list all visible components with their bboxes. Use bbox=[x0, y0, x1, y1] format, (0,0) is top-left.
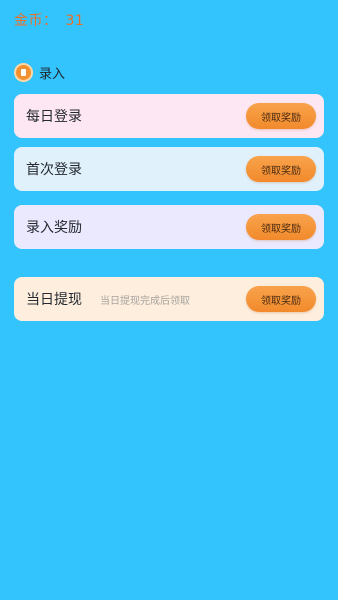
coin-label: 金币： bbox=[14, 13, 58, 29]
task-label: 首次登录 bbox=[26, 162, 82, 178]
section-title: 录入 bbox=[39, 67, 66, 82]
badge-icon bbox=[14, 63, 33, 82]
task-card-daily-withdraw: 当日提现 当日提现完成后领取 领取奖励 bbox=[14, 277, 324, 321]
claim-reward-button[interactable]: 领取奖励 bbox=[246, 214, 316, 240]
coin-value: 31 bbox=[65, 13, 85, 29]
task-card-entry-reward: 录入奖励 领取奖励 bbox=[14, 205, 324, 249]
coin-balance: 金币： 31 bbox=[14, 10, 84, 30]
task-label: 每日登录 bbox=[26, 109, 82, 125]
task-label: 录入奖励 bbox=[26, 220, 82, 236]
task-card-daily-login: 每日登录 领取奖励 bbox=[14, 94, 324, 138]
task-label: 当日提现 bbox=[26, 292, 82, 308]
task-hint: 当日提现完成后领取 bbox=[100, 295, 190, 307]
claim-reward-button[interactable]: 领取奖励 bbox=[246, 103, 316, 129]
section-header: 录入 bbox=[14, 63, 65, 82]
task-card-first-login: 首次登录 领取奖励 bbox=[14, 147, 324, 191]
claim-reward-button[interactable]: 领取奖励 bbox=[246, 286, 316, 312]
claim-reward-button[interactable]: 领取奖励 bbox=[246, 156, 316, 182]
